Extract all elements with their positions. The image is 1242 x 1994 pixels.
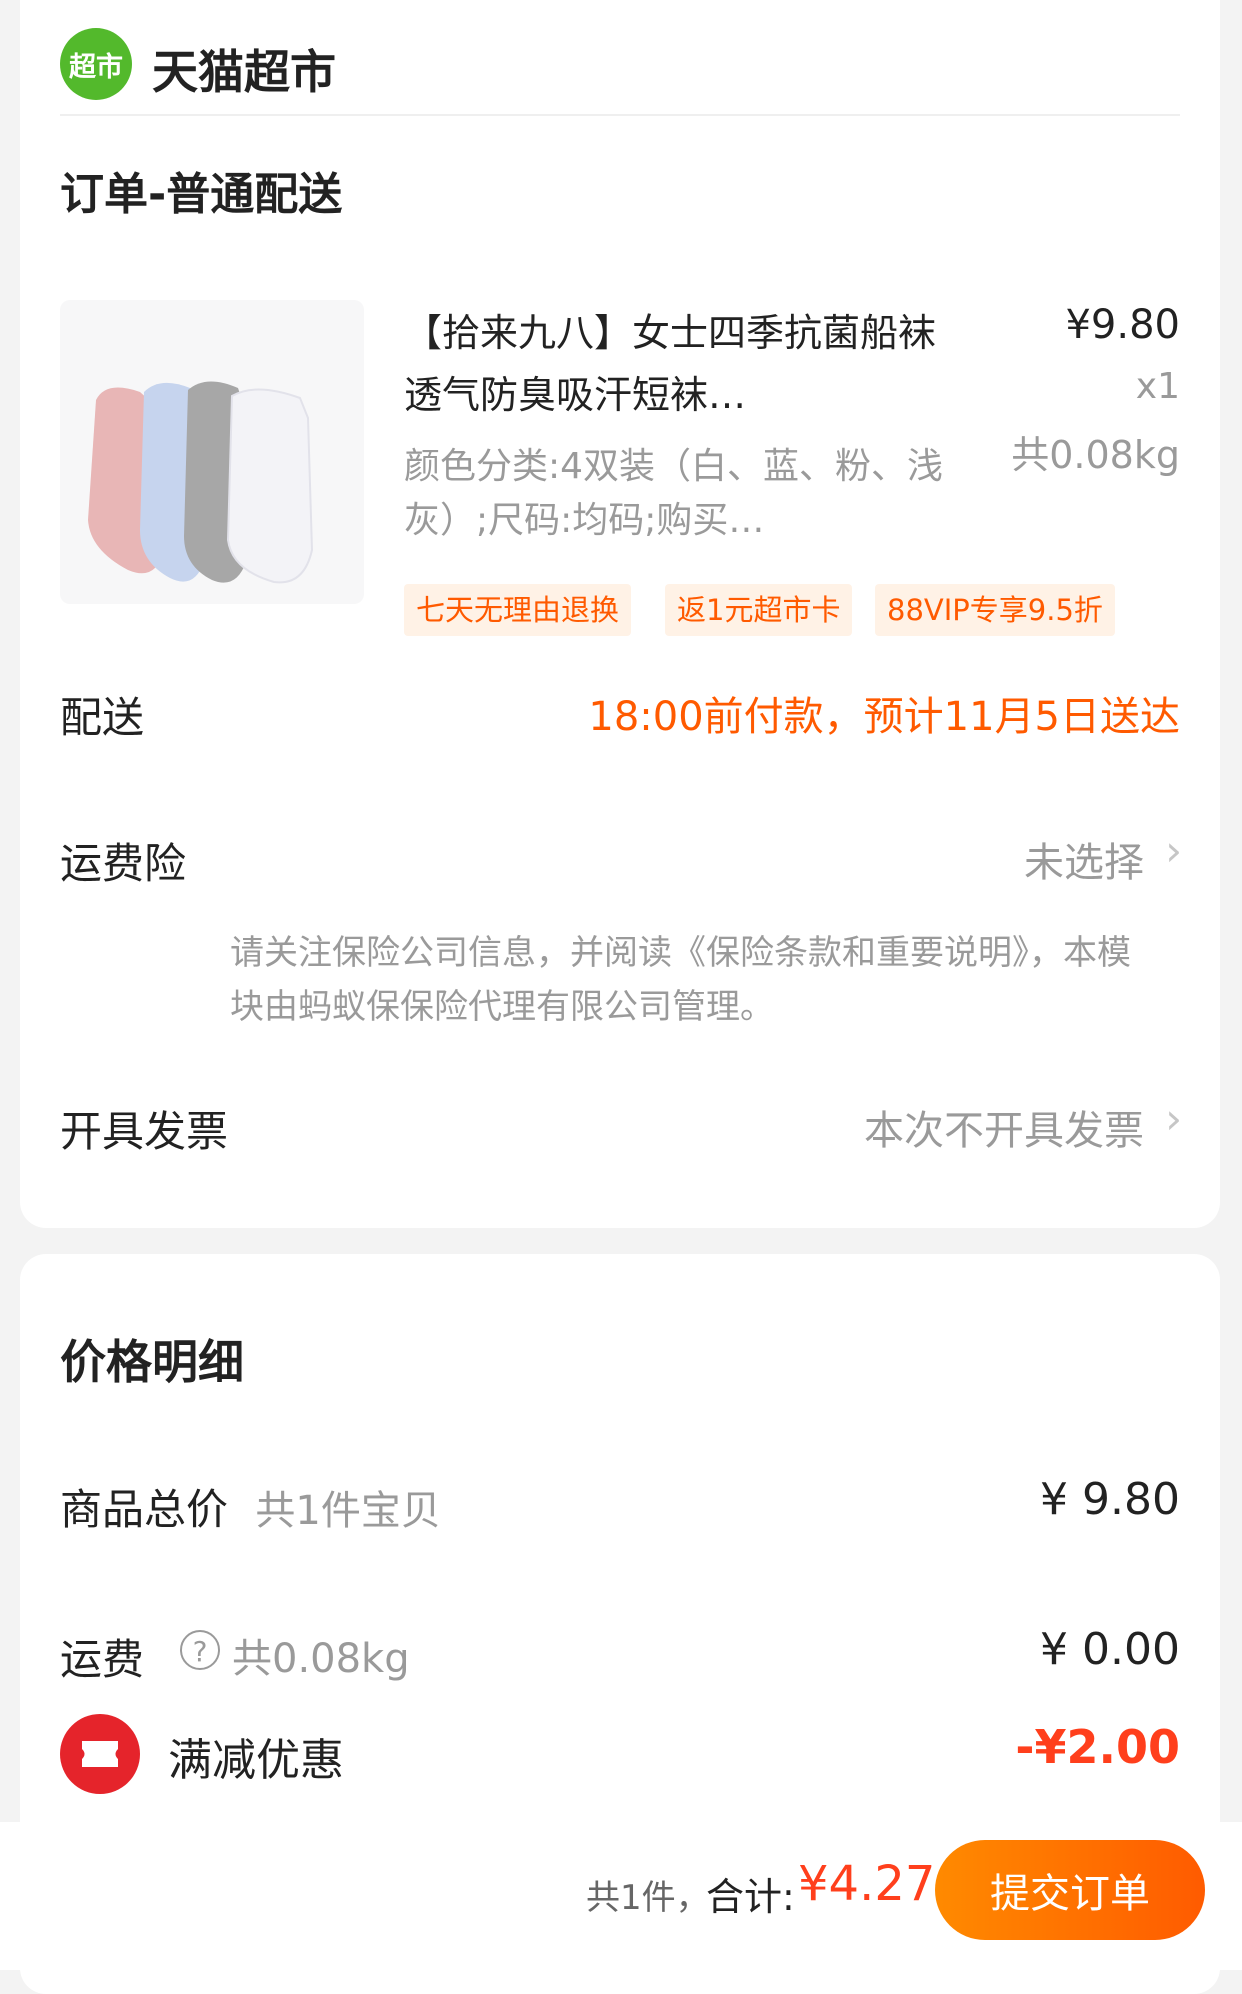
- submit-order-button[interactable]: 提交订单: [935, 1840, 1205, 1940]
- product-price: ¥9.80: [1065, 302, 1180, 348]
- chevron-right-icon[interactable]: ›: [1165, 1094, 1182, 1143]
- shipping-amount: ¥ 0.00: [1040, 1624, 1180, 1675]
- invoice-label: 开具发票: [60, 1107, 229, 1156]
- order-section-title: 订单-普通配送: [60, 169, 343, 220]
- product-sku: 颜色分类:4双装（白、蓝、粉、浅灰）;尺码:均码;购买…: [404, 446, 944, 541]
- product-weight: 共0.08kg: [1011, 433, 1180, 477]
- checkout-bar: 共1件， 合计: ¥4.27 提交订单 zhizhizhi.com: [0, 1822, 1242, 1970]
- goods-total-label-text: 商品总价: [60, 1485, 229, 1534]
- discount-label: 满减优惠: [168, 1735, 344, 1786]
- help-icon[interactable]: ?: [180, 1630, 220, 1670]
- watermark: zhizhizhi.com: [1098, 1938, 1234, 1962]
- product-qty: x1: [1135, 366, 1180, 407]
- goods-count: 共1件宝贝: [255, 1488, 441, 1534]
- price-details-title: 价格明细: [60, 1335, 244, 1389]
- item-count: 共1件，: [586, 1878, 710, 1918]
- socks-image: [88, 381, 314, 584]
- tag-cashback: 返1元超市卡: [665, 584, 853, 636]
- delivery-label: 配送: [60, 693, 145, 742]
- chevron-right-icon[interactable]: ›: [1165, 826, 1182, 875]
- store-name[interactable]: 天猫超市: [152, 36, 336, 102]
- coupon-icon: [60, 1714, 140, 1794]
- total-value: ¥4.27: [798, 1856, 936, 1912]
- shipping-label: 运费: [60, 1635, 145, 1684]
- order-card: 超市 天猫超市 订单-普通配送 【拾来九八】女士四季抗菌船袜透气防臭吸汗短袜… …: [20, 0, 1220, 1228]
- product-title[interactable]: 【拾来九八】女士四季抗菌船袜透气防臭吸汗短袜…: [404, 302, 964, 426]
- discount-amount: -¥2.00: [1015, 1720, 1180, 1774]
- tag-return: 七天无理由退换: [404, 584, 632, 636]
- tag-88vip: 88VIP专享9.5折: [875, 584, 1115, 636]
- goods-total-amount: ¥ 9.80: [1040, 1474, 1180, 1525]
- total-label: 合计:: [706, 1875, 795, 1919]
- store-logo-icon: 超市: [60, 28, 132, 100]
- insurance-label: 运费险: [60, 839, 187, 888]
- divider: [60, 114, 1180, 116]
- shipping-weight: 共0.08kg: [232, 1636, 410, 1682]
- insurance-value[interactable]: 未选择: [1024, 830, 1144, 888]
- product-image[interactable]: [60, 300, 364, 604]
- insurance-description: 请关注保险公司信息，并阅读《保险条款和重要说明》，本模块由蚂蚁保保险代理有限公司…: [230, 933, 1131, 1027]
- delivery-value: 18:00前付款，预计11月5日送达: [588, 694, 1180, 740]
- invoice-value[interactable]: 本次不开具发票: [864, 1098, 1144, 1156]
- goods-total-label: 商品总价 共1件宝贝: [60, 1476, 441, 1537]
